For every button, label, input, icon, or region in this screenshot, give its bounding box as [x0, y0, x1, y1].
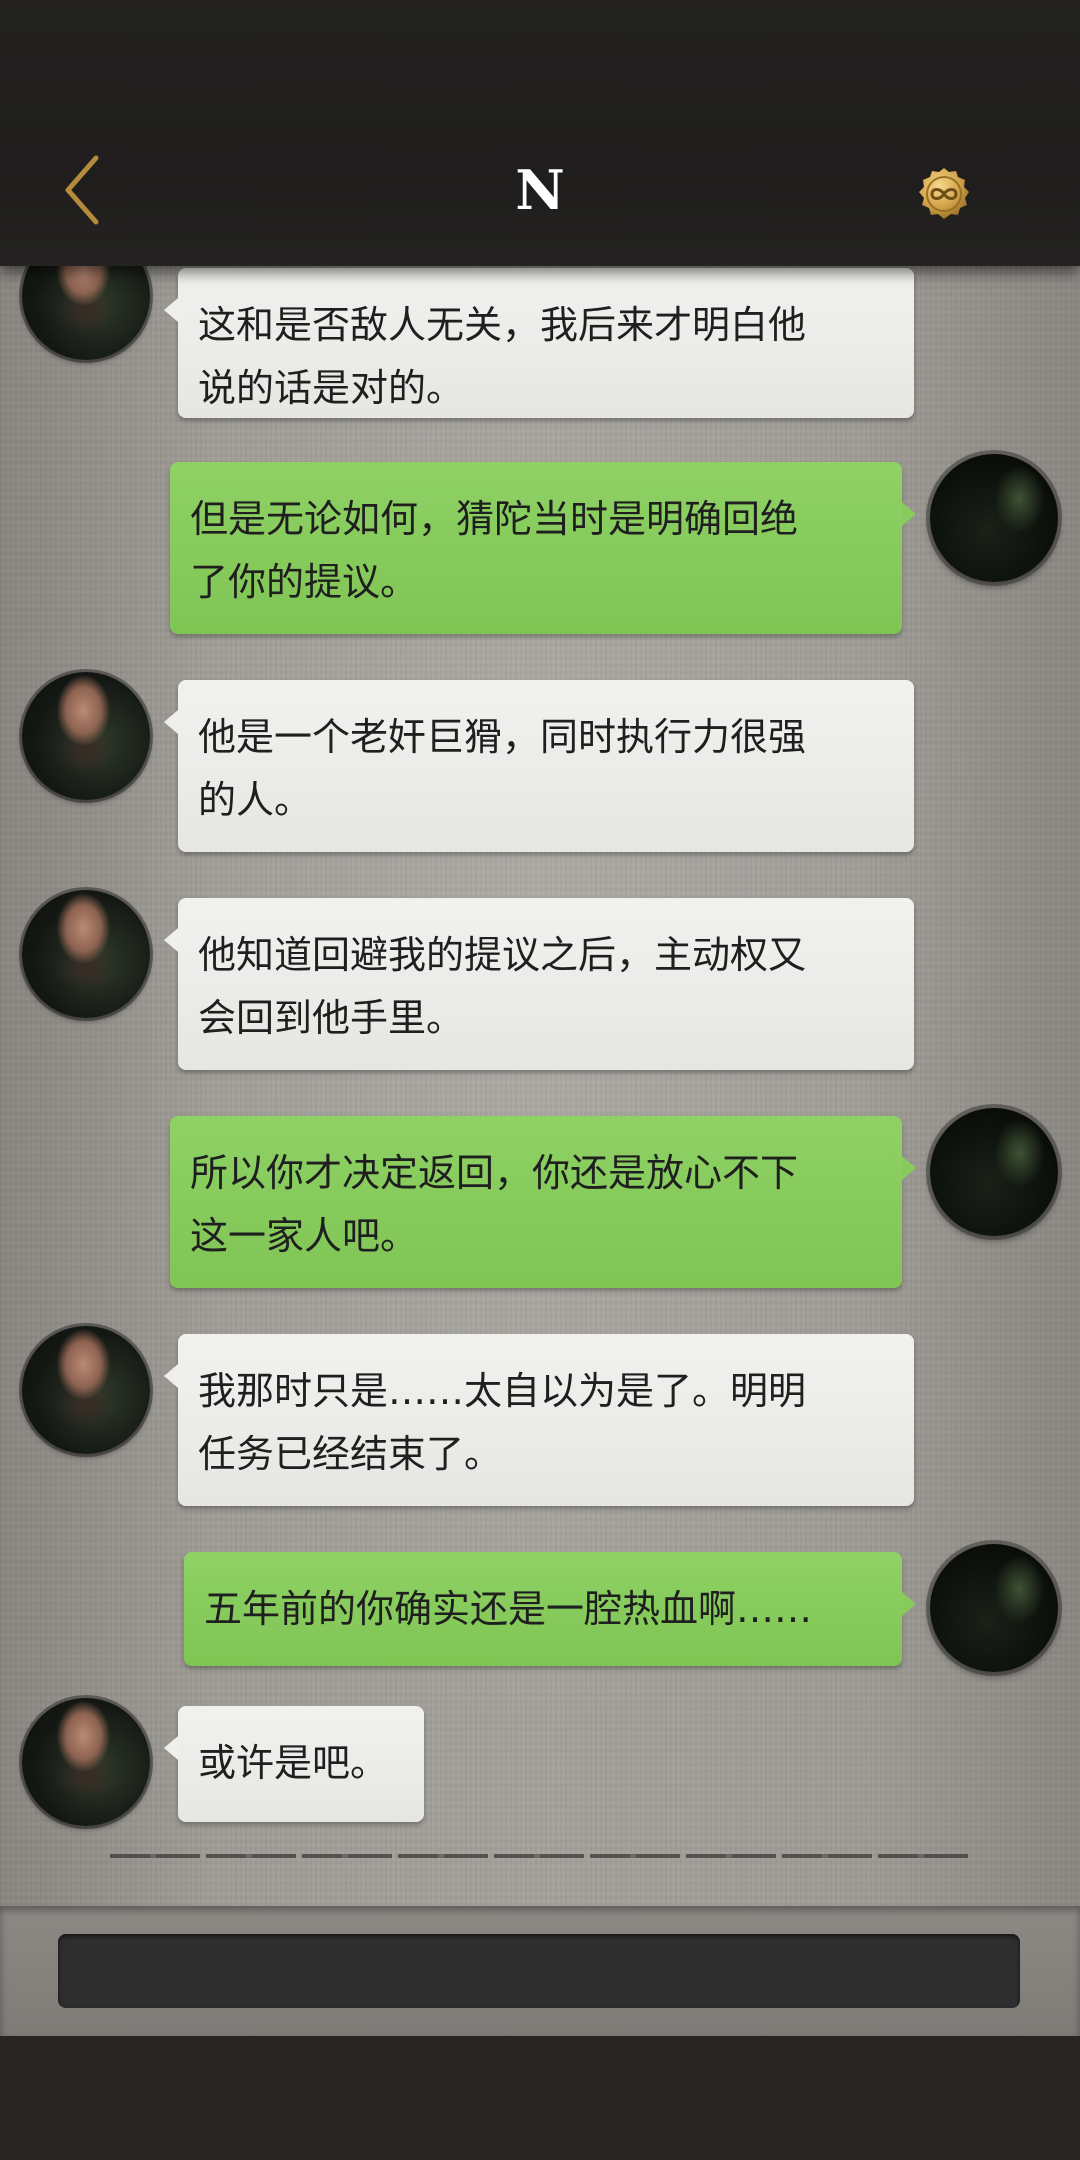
contact-avatar[interactable] — [22, 672, 150, 800]
message-bubble[interactable]: 五年前的你确实还是一腔热血啊…… — [184, 1552, 916, 1666]
message-bubble[interactable]: 他是一个老奸巨猾，同时执行力很强 的人。 — [164, 680, 914, 852]
message-bubble[interactable]: 或许是吧。 — [164, 1706, 424, 1822]
message-input[interactable] — [58, 1934, 1020, 2008]
coin-badge-button[interactable] — [916, 166, 972, 222]
message-bubble[interactable]: 但是无论如何，猜陀当时是明确回绝 了你的提议。 — [170, 462, 916, 634]
divider-line — [110, 1854, 970, 1858]
self-avatar[interactable] — [930, 1544, 1058, 1672]
input-area — [0, 1906, 1080, 2036]
contact-avatar[interactable] — [22, 1698, 150, 1826]
message-bubble[interactable]: 我那时只是……太自以为是了。明明 任务已经结束了。 — [164, 1334, 914, 1506]
self-avatar[interactable] — [930, 454, 1058, 582]
message-bubble[interactable]: 所以你才决定返回，你还是放心不下 这一家人吧。 — [170, 1116, 916, 1288]
infinity-coin-icon — [919, 168, 969, 219]
contact-avatar[interactable] — [22, 266, 150, 360]
message-bubble[interactable]: 这和是否敌人无关，我后来才明白他 说的话是对的。 — [164, 268, 914, 418]
chat-area[interactable]: 这和是否敌人无关，我后来才明白他 说的话是对的。但是无论如何，猜陀当时是明确回绝… — [0, 266, 1080, 1906]
contact-avatar[interactable] — [22, 890, 150, 1018]
contact-avatar[interactable] — [22, 1326, 150, 1454]
chat-screen: N 这和是否敌人无关，我后来才明白他 说的话是对的。但是无论如何，猜陀当时是明确… — [0, 0, 1080, 2160]
top-bar: N — [0, 0, 1080, 266]
self-avatar[interactable] — [930, 1108, 1058, 1236]
message-bubble[interactable]: 他知道回避我的提议之后，主动权又 会回到他手里。 — [164, 898, 914, 1070]
bottom-bar — [0, 2036, 1080, 2160]
